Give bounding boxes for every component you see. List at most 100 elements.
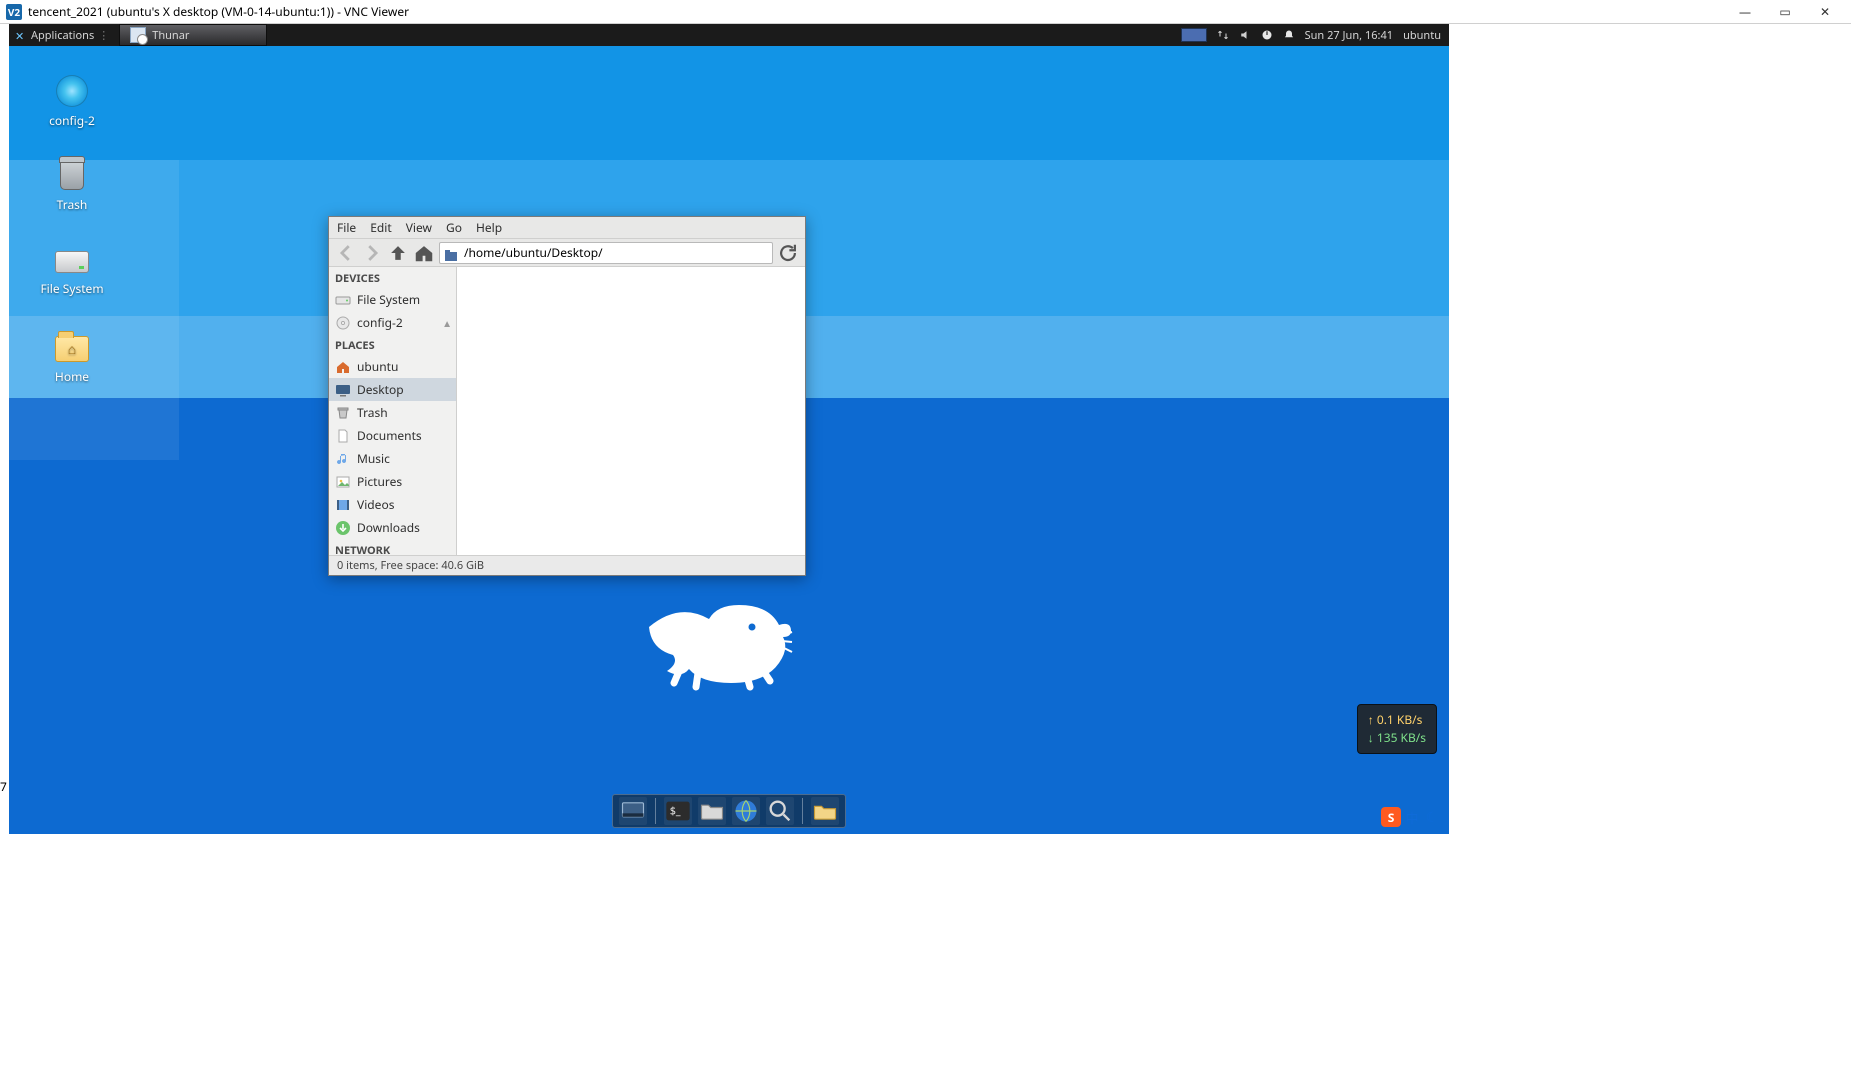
nav-up-button[interactable] bbox=[387, 242, 409, 264]
dock-terminal[interactable]: $_ bbox=[664, 797, 692, 825]
vnc-titlebar: V2 tencent_2021 (ubuntu's X desktop (VM-… bbox=[0, 0, 1851, 24]
dock-home-folder[interactable] bbox=[811, 797, 839, 825]
sidebar-item-videos[interactable]: Videos bbox=[329, 493, 456, 516]
desktop-icon-label: config-2 bbox=[27, 112, 117, 129]
ime-mode-icon[interactable]: ☾ bbox=[1423, 808, 1441, 826]
thunar-task-icon bbox=[130, 27, 146, 43]
sidebar-item-desktop[interactable]: Desktop bbox=[329, 378, 456, 401]
sidebar-item-label: Downloads bbox=[357, 519, 420, 536]
sidebar-item-label: File System bbox=[357, 291, 420, 308]
sidebar-item-ubuntu[interactable]: ubuntu bbox=[329, 355, 456, 378]
vnc-close-button[interactable]: ✕ bbox=[1805, 0, 1845, 24]
sidebar-item-label: ubuntu bbox=[357, 358, 398, 375]
path-folder-icon bbox=[444, 246, 458, 260]
nav-forward-button[interactable] bbox=[361, 242, 383, 264]
applications-menu[interactable]: ✕ Applications ⋮ bbox=[9, 28, 115, 43]
notifications-icon[interactable] bbox=[1283, 29, 1295, 41]
disc-icon bbox=[335, 315, 351, 331]
ime-lang-icon[interactable]: 中 bbox=[1403, 808, 1421, 826]
dock-app-finder[interactable] bbox=[766, 797, 794, 825]
dock-separator bbox=[802, 798, 803, 824]
volume-icon[interactable] bbox=[1239, 29, 1251, 41]
pictures-icon bbox=[335, 474, 351, 490]
sidebar-header-devices: DEVICES bbox=[329, 267, 456, 288]
location-input[interactable] bbox=[464, 244, 768, 261]
download-icon bbox=[335, 520, 351, 536]
desktop-icon-label: Home bbox=[27, 368, 117, 385]
menu-help[interactable]: Help bbox=[476, 219, 502, 236]
download-speed: ↓ 135 KB/s bbox=[1368, 729, 1426, 747]
desktop-icon-label: File System bbox=[27, 280, 117, 297]
workspace-switcher[interactable] bbox=[1181, 28, 1207, 42]
reload-button[interactable] bbox=[777, 242, 799, 264]
thunar-window[interactable]: File Edit View Go Help DEVICES File Syst… bbox=[328, 216, 806, 576]
xfce-mouse-logo-icon bbox=[634, 599, 804, 704]
nav-home-button[interactable] bbox=[413, 242, 435, 264]
desktop-icon-trash[interactable]: Trash bbox=[27, 158, 117, 213]
power-icon[interactable] bbox=[1261, 29, 1273, 41]
menu-edit[interactable]: Edit bbox=[370, 219, 391, 236]
menu-file[interactable]: File bbox=[337, 219, 356, 236]
xfce-dock: $_ bbox=[612, 794, 846, 828]
sidebar-item-label: Videos bbox=[357, 496, 394, 513]
panel-session-user[interactable]: ubuntu bbox=[1403, 28, 1441, 43]
status-text: 0 items, Free space: 40.6 GiB bbox=[337, 558, 484, 573]
remote-desktop[interactable]: ✕ Applications ⋮ Thunar Sun 27 Jun, 16:4… bbox=[9, 24, 1449, 834]
music-icon bbox=[335, 451, 351, 467]
sidebar-item-music[interactable]: Music bbox=[329, 447, 456, 470]
vnc-minimize-button[interactable]: — bbox=[1725, 0, 1765, 24]
sidebar-item-config2[interactable]: config-2 ▲ bbox=[329, 311, 456, 334]
dock-show-desktop[interactable] bbox=[619, 797, 647, 825]
thunar-statusbar: 0 items, Free space: 40.6 GiB bbox=[329, 555, 805, 575]
sidebar-item-label: Trash bbox=[357, 404, 388, 421]
thunar-content-area[interactable] bbox=[457, 267, 805, 555]
svg-text:$_: $_ bbox=[670, 805, 681, 819]
videos-icon bbox=[335, 497, 351, 513]
sidebar-item-pictures[interactable]: Pictures bbox=[329, 470, 456, 493]
desktop-icon-config2[interactable]: config-2 bbox=[27, 74, 117, 129]
desktop-icon bbox=[335, 382, 351, 398]
stray-number: 7 bbox=[0, 778, 7, 795]
vnc-logo-icon: V2 bbox=[6, 4, 22, 20]
xfce-top-panel: ✕ Applications ⋮ Thunar Sun 27 Jun, 16:4… bbox=[9, 24, 1449, 46]
eject-icon[interactable]: ▲ bbox=[442, 316, 452, 330]
dock-separator bbox=[655, 798, 656, 824]
sidebar-item-documents[interactable]: Documents bbox=[329, 424, 456, 447]
menu-view[interactable]: View bbox=[406, 219, 432, 236]
desktop-icon-filesystem[interactable]: File System bbox=[27, 242, 117, 297]
system-tray: Sun 27 Jun, 16:41 ubuntu bbox=[1173, 28, 1449, 43]
sidebar-item-label: Documents bbox=[357, 427, 422, 444]
sidebar-item-filesystem[interactable]: File System bbox=[329, 288, 456, 311]
location-bar[interactable] bbox=[439, 242, 773, 264]
home-folder-icon bbox=[55, 336, 89, 362]
drive-icon bbox=[55, 251, 89, 273]
menu-go[interactable]: Go bbox=[446, 219, 462, 236]
menu-separator-icon: ⋮ bbox=[98, 28, 109, 43]
sidebar-header-network: NETWORK bbox=[329, 539, 456, 555]
network-speed-overlay: ↑ 0.1 KB/s ↓ 135 KB/s bbox=[1357, 704, 1437, 754]
ime-switcher[interactable]: S 中 ☾ bbox=[1381, 806, 1441, 828]
dock-web-browser[interactable] bbox=[732, 797, 760, 825]
sidebar-item-label: Pictures bbox=[357, 473, 402, 490]
drive-icon bbox=[335, 292, 351, 308]
document-icon bbox=[335, 428, 351, 444]
thunar-sidebar: DEVICES File System config-2 ▲ PLACES ub… bbox=[329, 267, 457, 555]
sidebar-item-label: config-2 bbox=[357, 314, 403, 331]
panel-datetime[interactable]: Sun 27 Jun, 16:41 bbox=[1305, 28, 1393, 43]
vnc-window-title: tencent_2021 (ubuntu's X desktop (VM-0-1… bbox=[28, 3, 409, 20]
taskbar-item-thunar[interactable]: Thunar bbox=[119, 24, 267, 46]
dock-file-manager[interactable] bbox=[698, 797, 726, 825]
desktop-icon-home[interactable]: Home bbox=[27, 330, 117, 385]
sogou-logo-icon: S bbox=[1381, 807, 1401, 827]
vnc-maximize-button[interactable]: ▭ bbox=[1765, 0, 1805, 24]
disc-icon bbox=[56, 75, 88, 107]
sidebar-item-downloads[interactable]: Downloads bbox=[329, 516, 456, 539]
network-updown-icon[interactable] bbox=[1217, 29, 1229, 41]
desktop-icon-label: Trash bbox=[27, 196, 117, 213]
sidebar-item-trash[interactable]: Trash bbox=[329, 401, 456, 424]
nav-back-button[interactable] bbox=[335, 242, 357, 264]
sidebar-header-places: PLACES bbox=[329, 334, 456, 355]
upload-speed: ↑ 0.1 KB/s bbox=[1368, 711, 1426, 729]
sidebar-item-label: Desktop bbox=[357, 381, 404, 398]
sidebar-item-label: Music bbox=[357, 450, 390, 467]
